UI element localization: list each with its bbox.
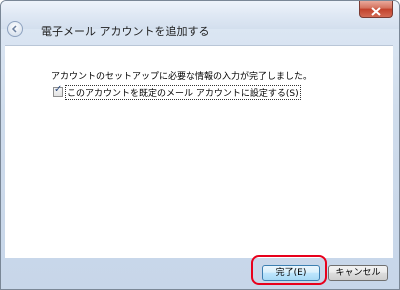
default-account-checkbox-label[interactable]: このアカウントを既定のメール アカウントに設定する(S): [65, 84, 301, 100]
button-bar: 完了(E) キャンセル: [1, 257, 399, 289]
dialog-window: 電子メール アカウントを追加する アカウントのセットアップに必要な情報の入力が完…: [0, 0, 400, 290]
close-button[interactable]: [359, 1, 393, 18]
content-panel: アカウントのセットアップに必要な情報の入力が完了しました。 ✓ このアカウントを…: [5, 45, 393, 258]
cancel-button[interactable]: キャンセル: [328, 265, 388, 281]
title-bar: 電子メール アカウントを追加する: [1, 1, 399, 38]
default-account-checkbox-row[interactable]: ✓ このアカウントを既定のメール アカウントに設定する(S): [53, 84, 301, 100]
window-title: 電子メール アカウントを追加する: [41, 25, 210, 38]
close-icon: [371, 7, 381, 16]
back-arrow-icon: [11, 25, 17, 33]
completion-message: アカウントのセットアップに必要な情報の入力が完了しました。: [51, 72, 313, 82]
checkmark-icon: ✓: [54, 84, 63, 95]
back-button[interactable]: [7, 21, 23, 37]
finish-button-highlight: [251, 255, 327, 285]
default-account-checkbox[interactable]: ✓: [53, 84, 63, 97]
